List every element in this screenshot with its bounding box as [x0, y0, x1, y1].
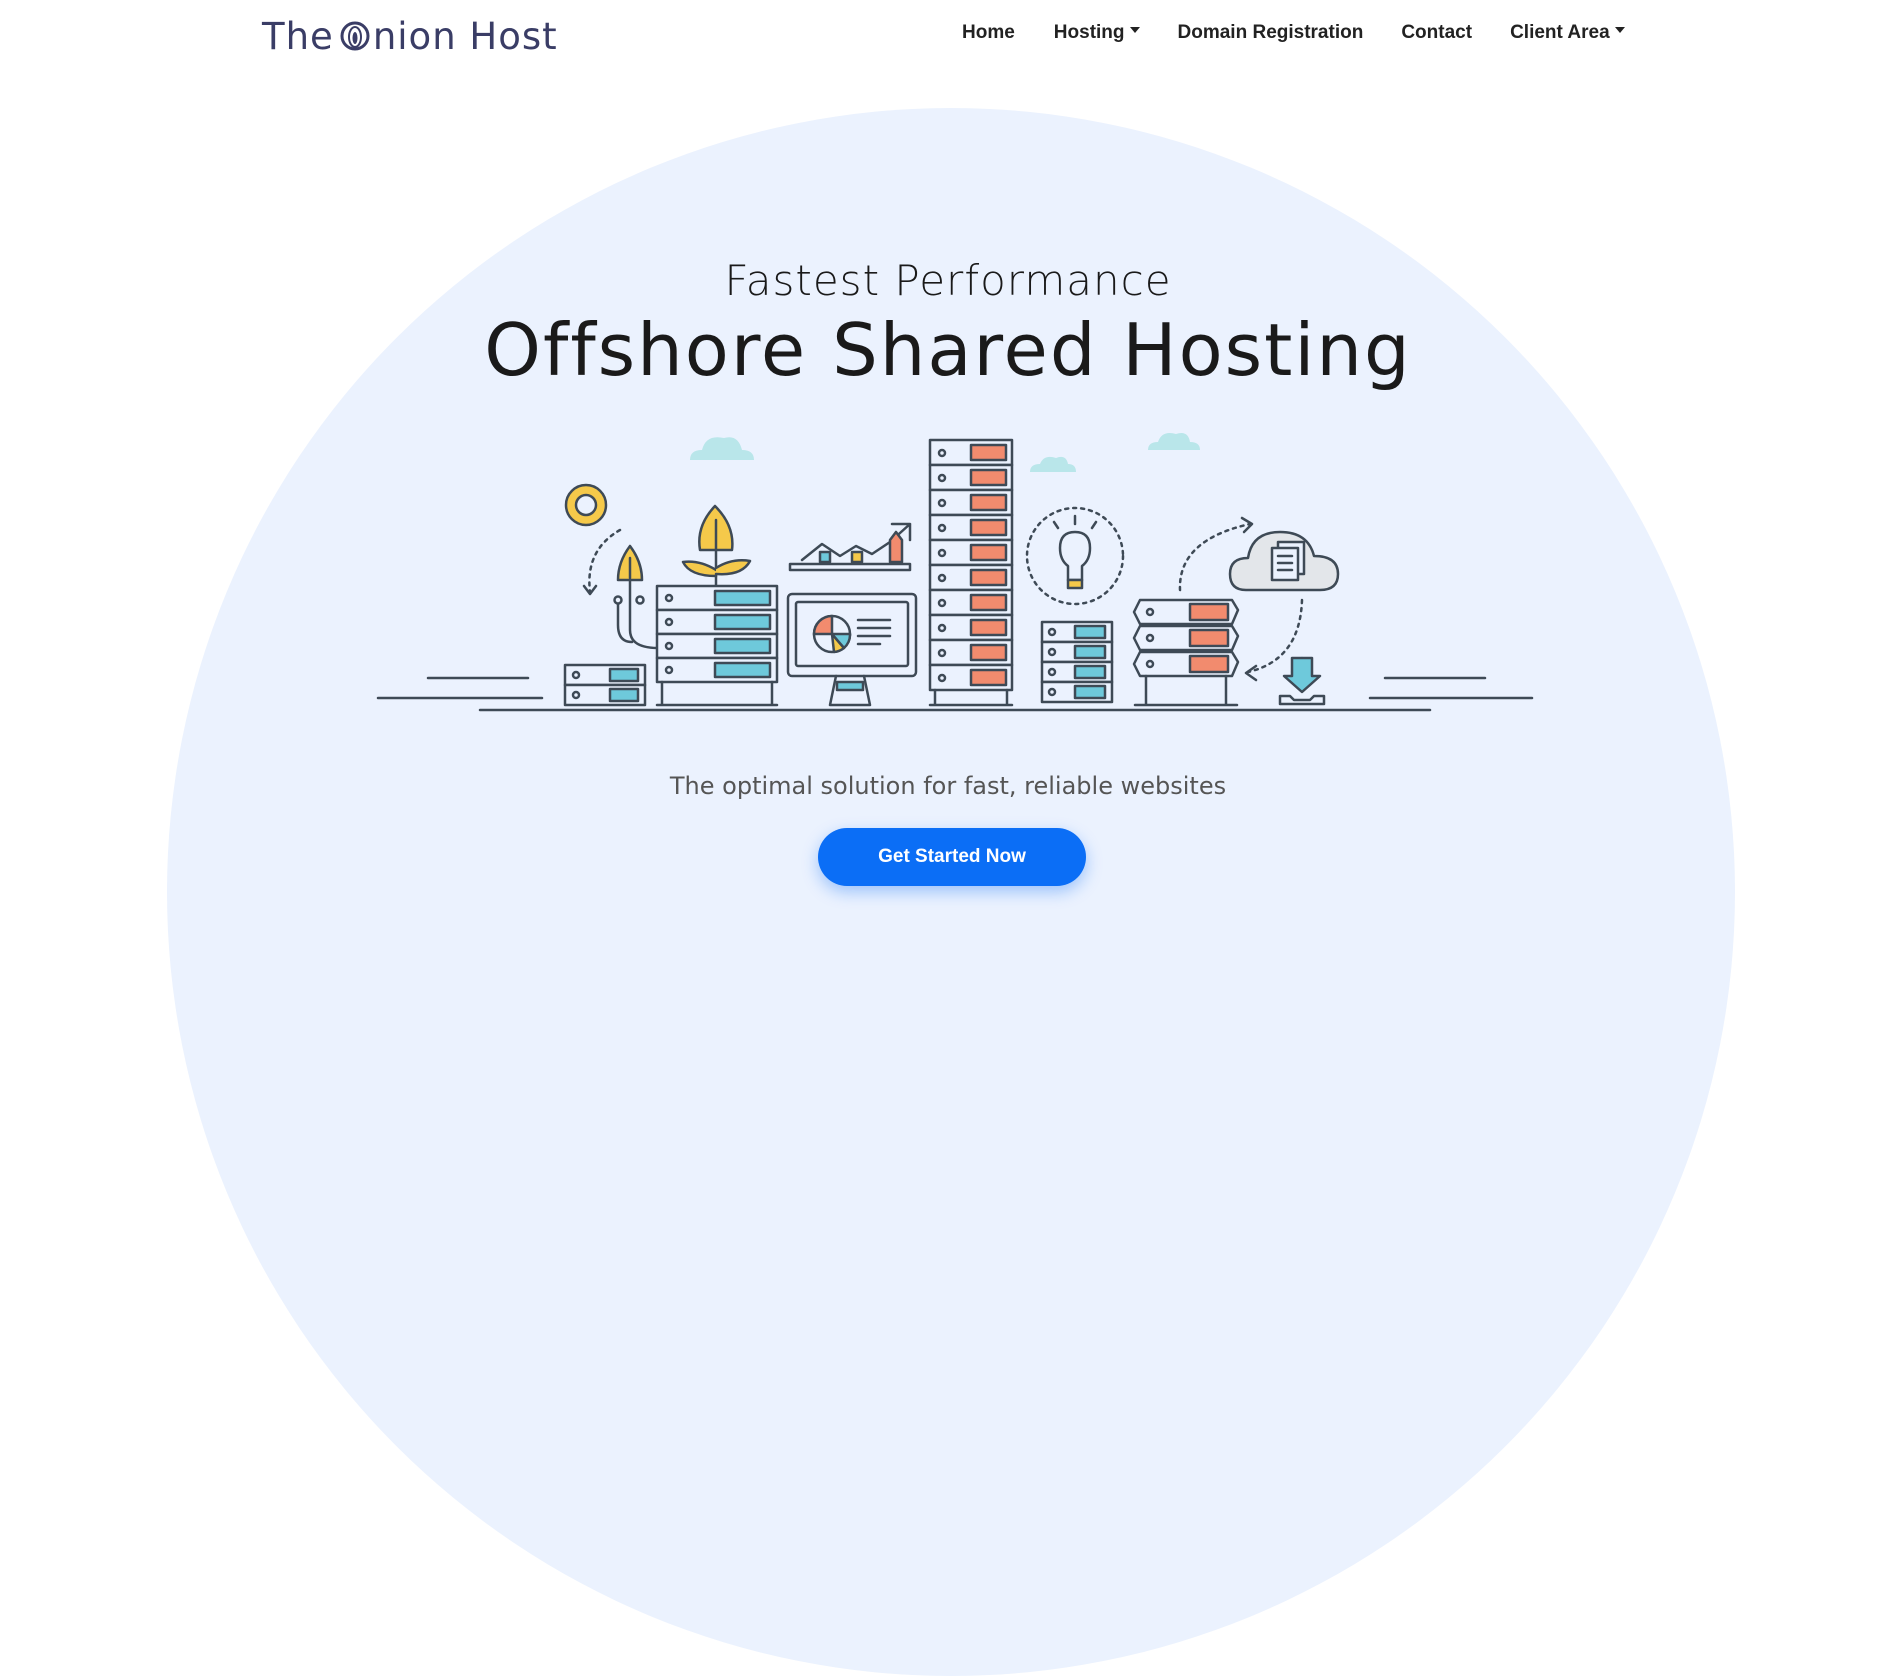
hero-title: Offshore Shared Hosting: [484, 308, 1412, 392]
nav-home[interactable]: Home: [962, 22, 1015, 44]
nav-client-area[interactable]: Client Area: [1510, 22, 1625, 44]
main-nav: Home Hosting Domain Registration Contact…: [962, 22, 1625, 44]
logo-text-right: nion Host: [372, 14, 558, 58]
nav-domain-registration[interactable]: Domain Registration: [1178, 22, 1364, 44]
chevron-down-icon: [1614, 27, 1625, 33]
onion-icon: [340, 21, 370, 51]
logo-text-left: The: [262, 14, 334, 58]
navbar: The nion Host Home Hosting Domain Regist…: [0, 0, 1896, 72]
logo[interactable]: The nion Host: [262, 14, 558, 58]
hero-subtitle: Fastest Performance: [724, 256, 1172, 305]
chevron-down-icon: [1129, 27, 1140, 33]
gear-icon: [564, 483, 608, 527]
hero-tagline: The optimal solution for fast, reliable …: [669, 772, 1227, 800]
hosting-illustration: [376, 433, 1534, 712]
nav-hosting[interactable]: Hosting: [1054, 22, 1140, 44]
get-started-button[interactable]: Get Started Now: [818, 828, 1086, 886]
nav-contact[interactable]: Contact: [1401, 22, 1472, 44]
